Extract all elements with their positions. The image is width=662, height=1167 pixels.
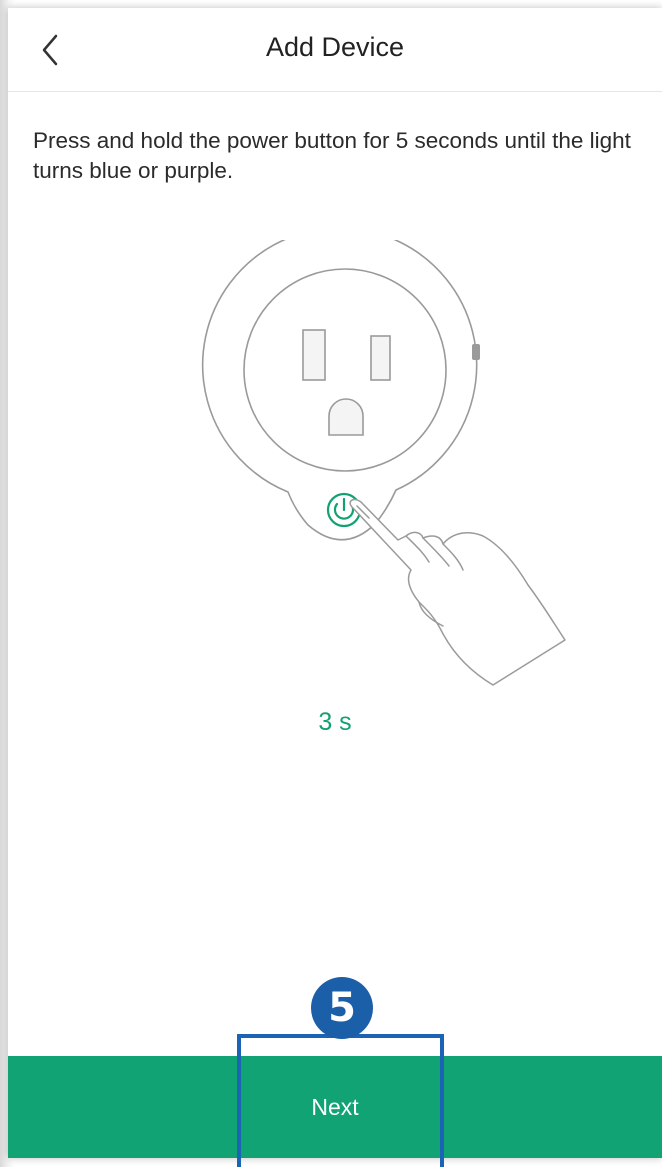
socket-slot-right: [370, 335, 391, 381]
socket-ground-hole: [328, 398, 364, 436]
page-title: Add Device: [265, 32, 405, 62]
step-number-badge: 5: [311, 977, 373, 1039]
countdown-timer: 3 s: [318, 708, 352, 736]
next-button[interactable]: Next: [8, 1056, 662, 1158]
socket-face: [243, 268, 447, 472]
smart-plug-illustration: [201, 240, 566, 686]
pointing-hand-icon: [349, 498, 566, 686]
screenshot-frame: Add Device Press and hold the power butt…: [0, 0, 662, 1167]
socket-slot-left: [302, 329, 326, 381]
side-indicator: [472, 344, 480, 360]
nav-header: Add Device: [8, 8, 662, 92]
instruction-text: Press and hold the power button for 5 se…: [33, 128, 631, 183]
next-button-label: Next: [311, 1093, 359, 1120]
